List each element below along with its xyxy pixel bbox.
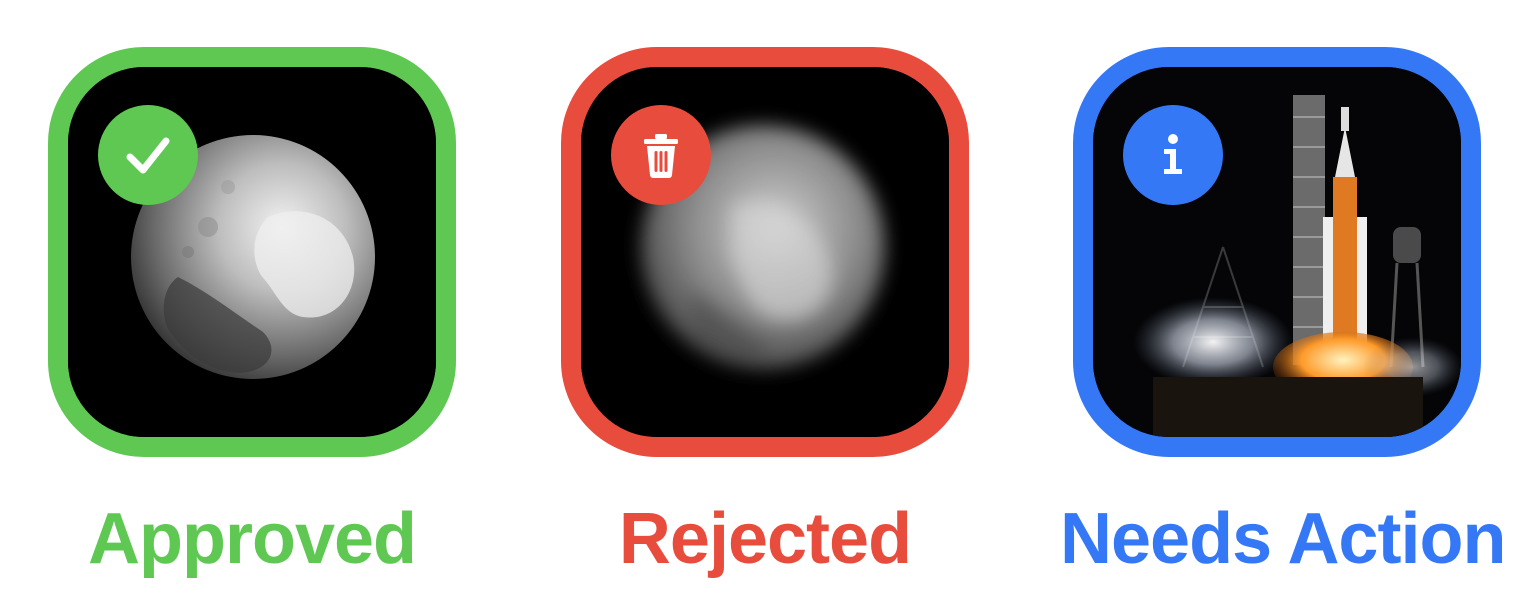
info-icon	[1164, 134, 1182, 174]
image-frame-rejected	[561, 47, 969, 457]
trash-icon	[644, 134, 678, 178]
rejected-badge	[611, 105, 711, 205]
status-label-approved: Approved	[87, 499, 417, 579]
status-label-rejected: Rejected	[618, 499, 912, 579]
checkmark-icon	[126, 137, 170, 174]
approved-badge	[98, 105, 198, 205]
image-frame-needs-action	[1073, 47, 1481, 457]
image-frame-approved	[48, 47, 456, 457]
card-needs-action[interactable]	[1073, 47, 1481, 457]
needs-action-badge	[1123, 105, 1223, 205]
card-approved[interactable]	[48, 47, 456, 457]
status-label-needs-action: Needs Action	[1060, 499, 1506, 579]
status-legend: Approved Rejected Needs Action	[0, 0, 1529, 601]
card-rejected[interactable]	[561, 47, 969, 457]
